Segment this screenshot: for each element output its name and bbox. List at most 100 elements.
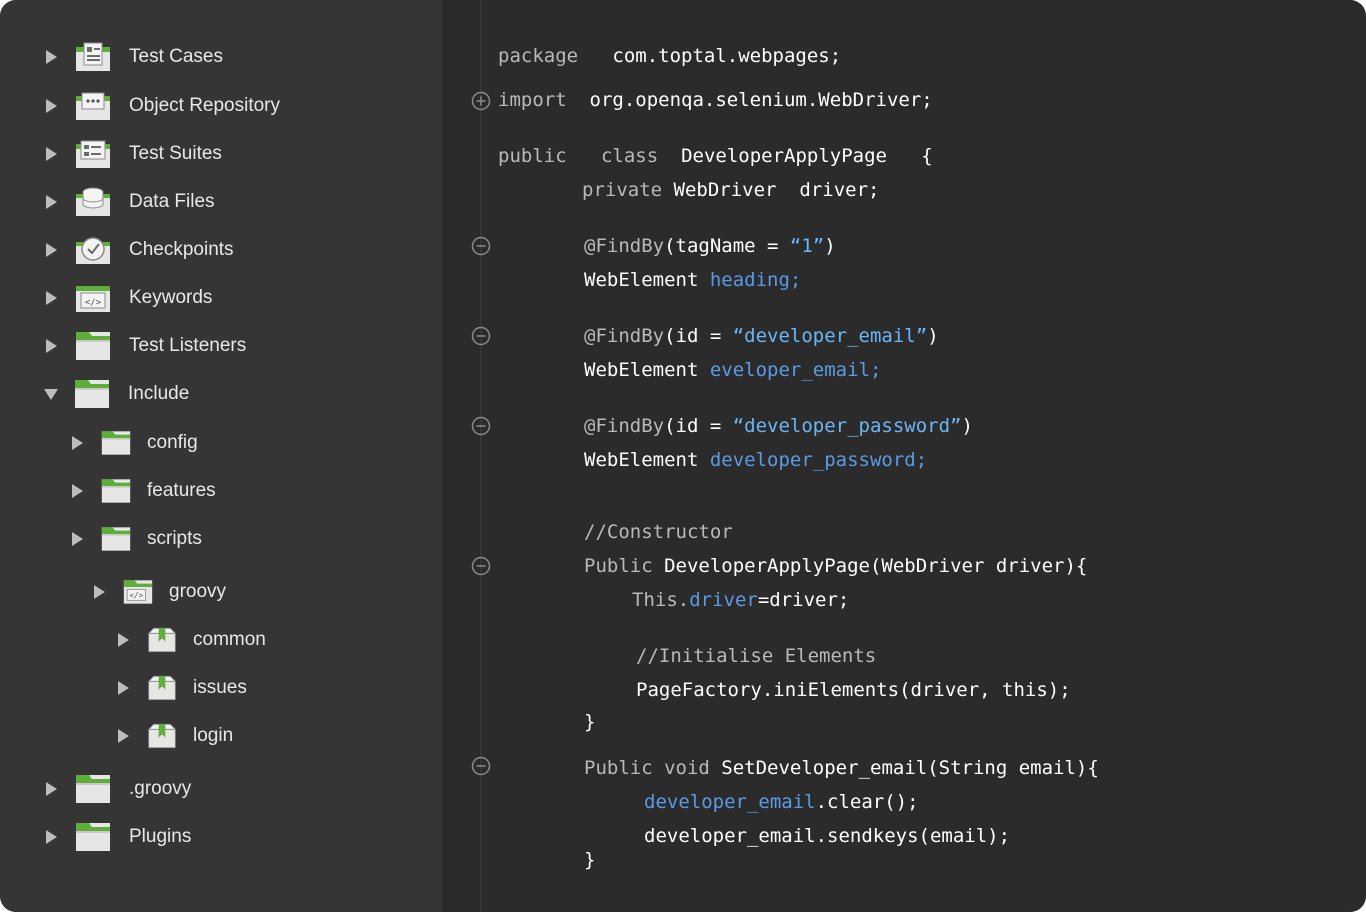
code-line-constructor: Public DeveloperApplyPage(WebDriver driv… (584, 554, 1087, 578)
code-line-comment-constructor: //Constructor (584, 521, 733, 543)
tree-item-label: issues (193, 677, 247, 698)
tree-item-test-suites[interactable]: Test Suites (46, 136, 222, 172)
expand-arrow-icon[interactable] (46, 782, 57, 796)
test-cases-icon (75, 41, 111, 73)
expand-arrow-icon[interactable] (72, 532, 83, 546)
package-name: com.toptal.webpages; (612, 45, 842, 67)
fold-collapse-icon[interactable] (471, 236, 491, 256)
tree-item-label: Test Cases (129, 46, 223, 67)
folder-icon (101, 525, 131, 553)
tree-item-object-repository[interactable]: Object Repository (46, 88, 280, 124)
tree-item-checkpoints[interactable]: Checkpoints (46, 232, 234, 268)
fold-collapse-icon[interactable] (471, 416, 491, 436)
checkpoints-icon (75, 234, 111, 266)
code-line-import: import org.openqa.selenium.WebDriver; (498, 88, 933, 112)
code-line-annotation-password: @FindBy(id = “developer_password”) (584, 414, 973, 438)
expand-arrow-icon[interactable] (46, 830, 57, 844)
fold-collapse-icon[interactable] (471, 326, 491, 346)
tree-item-test-listeners[interactable]: Test Listeners (46, 328, 246, 364)
tree-item-label: Test Suites (129, 143, 222, 164)
tree-item-label: .groovy (129, 778, 192, 799)
fold-collapse-icon[interactable] (471, 556, 491, 576)
tree-item-include[interactable]: Include (44, 376, 189, 412)
expand-arrow-icon[interactable] (46, 291, 57, 305)
tree-item-config[interactable]: config (72, 425, 198, 461)
folder-icon (75, 821, 111, 853)
tree-item-label: groovy (169, 581, 227, 602)
paren: ) (961, 415, 973, 437)
code-line-method-decl: Public void SetDeveloper_email(String em… (584, 756, 1099, 780)
annotation: @FindBy (584, 415, 665, 437)
tree-item-test-cases[interactable]: Test Cases (46, 39, 223, 75)
expand-arrow-icon[interactable] (118, 633, 129, 647)
field-name: driver (689, 589, 758, 611)
expand-arrow-icon[interactable] (72, 436, 83, 450)
code-line-comment-init: //Initialise Elements (636, 645, 877, 667)
expand-arrow-icon[interactable] (118, 729, 129, 743)
code-line-class-decl: public class DeveloperApplyPage { (498, 144, 933, 168)
tree-item-label: Keywords (129, 287, 213, 308)
fold-expand-icon[interactable] (471, 91, 491, 111)
tree-item-issues[interactable]: issues (118, 670, 247, 706)
folder-icon (101, 429, 131, 457)
fold-collapse-icon[interactable] (471, 756, 491, 776)
keyword: public (498, 145, 567, 167)
expand-arrow-icon[interactable] (46, 243, 57, 257)
string-literal: “developer_email” (732, 325, 928, 347)
string-literal: “developer_password” (732, 415, 962, 437)
field-name: heading; (709, 269, 802, 291)
expand-arrow-icon[interactable] (46, 99, 57, 113)
code-line-init-elements: PageFactory.iniElements(driver, this); (636, 679, 1071, 701)
expand-arrow-icon[interactable] (46, 50, 57, 64)
expand-arrow-icon[interactable] (118, 681, 129, 695)
keyword: package (498, 45, 579, 67)
keyword: This. (632, 589, 690, 611)
collapse-arrow-icon[interactable] (44, 388, 58, 400)
tree-item-label: Plugins (129, 826, 192, 847)
package-icon (147, 722, 177, 750)
brace: { (921, 145, 933, 167)
code-line-clear: developer_email.clear(); (644, 790, 919, 814)
code-line-annotation-email: @FindBy(id = “developer_email”) (584, 324, 939, 348)
data-files-icon (75, 186, 111, 218)
tree-item-label: config (147, 432, 198, 453)
field-name: eveloper_email; (709, 359, 882, 381)
expand-arrow-icon[interactable] (46, 147, 57, 161)
keyword: Public void (584, 757, 710, 779)
annotation-args: (id = (664, 325, 733, 347)
method-signature: SetDeveloper_email(String email){ (721, 757, 1099, 779)
type-name: WebDriver (673, 179, 777, 201)
tree-item-dot-groovy[interactable]: .groovy (46, 771, 191, 807)
type-name: WebElement (584, 449, 699, 471)
type-name: WebElement (584, 359, 699, 381)
tree-item-features[interactable]: features (72, 473, 216, 509)
tree-item-common[interactable]: common (118, 622, 266, 658)
expand-arrow-icon[interactable] (46, 339, 57, 353)
tree-item-label: Object Repository (129, 95, 281, 116)
folder-open-icon (74, 378, 110, 410)
tree-item-login[interactable]: login (118, 718, 233, 754)
paren: ) (824, 235, 836, 257)
folder-icon (75, 773, 111, 805)
tree-item-label: Include (128, 383, 190, 404)
expand-arrow-icon[interactable] (72, 484, 83, 498)
code-line-field-email: WebElement eveloper_email; (584, 358, 881, 382)
tree-item-plugins[interactable]: Plugins (46, 819, 191, 855)
test-suites-icon (75, 138, 111, 170)
tree-item-groovy[interactable]: groovy (94, 574, 226, 610)
expand-arrow-icon[interactable] (46, 195, 57, 209)
code-line-sendkeys: developer_email.sendkeys(email); (644, 825, 1011, 847)
code-line-close-brace: } (584, 711, 596, 733)
expand-arrow-icon[interactable] (94, 585, 105, 599)
annotation: @FindBy (584, 325, 665, 347)
tree-item-keywords[interactable]: Keywords (46, 280, 212, 316)
ide-window: Test Cases Object Repository Test Suites… (0, 0, 1366, 912)
keyword: private (582, 179, 663, 201)
code-editor[interactable]: package com.toptal.webpages; import org.… (442, 0, 1366, 912)
code-line-package: package com.toptal.webpages; (498, 44, 841, 68)
keyword: import (498, 89, 567, 111)
folder-icon (101, 477, 131, 505)
tree-item-data-files[interactable]: Data Files (46, 184, 215, 220)
folder-icon (75, 330, 111, 362)
tree-item-scripts[interactable]: scripts (72, 521, 202, 557)
